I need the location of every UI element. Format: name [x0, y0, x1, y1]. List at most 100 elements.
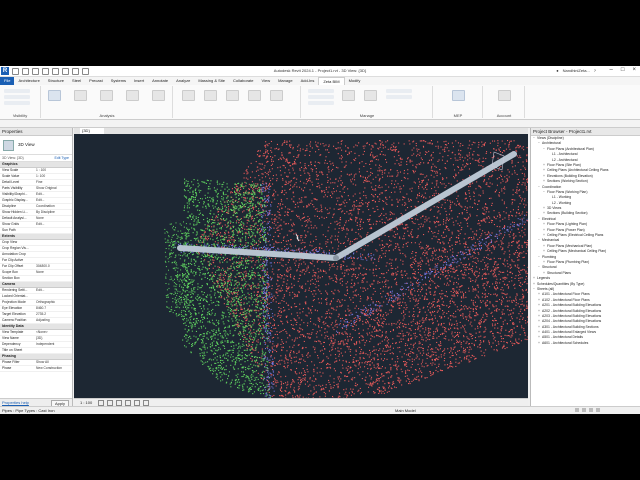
tab-collaborate[interactable]: Collaborate [229, 77, 257, 85]
tab-view[interactable]: View [257, 77, 274, 85]
property-row[interactable]: Phase New Construction [0, 366, 72, 372]
property-value[interactable]: Coordination [36, 204, 72, 209]
properties-help-link[interactable]: Properties help [2, 400, 29, 405]
minimize-icon[interactable]: – [610, 67, 613, 73]
property-value[interactable] [36, 252, 72, 257]
visibility-tool-1[interactable] [4, 89, 30, 93]
type-selector[interactable]: 3D View [0, 136, 72, 155]
ribbon-tool-4[interactable] [248, 90, 261, 101]
tab-annotate[interactable]: Annotate [148, 77, 172, 85]
point-cloud-point [449, 249, 451, 251]
visibility-tool-2[interactable] [4, 95, 30, 99]
property-value[interactable]: Edit... [36, 288, 72, 293]
visibility-tool-3[interactable] [4, 101, 30, 105]
property-value[interactable] [36, 348, 72, 353]
analysis-tool-2[interactable] [74, 90, 87, 101]
property-value[interactable] [36, 258, 72, 263]
property-value[interactable]: 1 : 100 [36, 168, 72, 173]
property-value[interactable]: Edit... [36, 198, 72, 203]
property-value[interactable]: Orthographic [36, 300, 72, 305]
manage-tool-6[interactable] [386, 89, 412, 93]
point-cloud-point [436, 184, 438, 186]
property-value[interactable]: Edit... [36, 222, 72, 227]
help-icon[interactable]: ? [594, 68, 596, 73]
tab-insert[interactable]: Insert [130, 77, 148, 85]
tab-analyze[interactable]: Analyze [172, 77, 194, 85]
ribbon-tool-5[interactable] [270, 90, 283, 101]
property-value[interactable]: Show All [36, 360, 72, 365]
tab-add-ins[interactable]: Add-Ins [297, 77, 319, 85]
property-value[interactable]: Adjusting [36, 318, 72, 323]
point-cloud-point [463, 243, 465, 245]
mep-panel: MEP [434, 86, 483, 118]
point-cloud-point [255, 242, 257, 244]
close-icon[interactable]: × [632, 67, 636, 73]
tab-modify[interactable]: Modify [345, 77, 365, 85]
property-value[interactable] [36, 240, 72, 245]
manage-tool-5[interactable] [364, 90, 377, 101]
tab-massing-site[interactable]: Massing & Site [194, 77, 229, 85]
ribbon-tool-2[interactable] [204, 90, 217, 101]
maximize-icon[interactable]: □ [621, 67, 625, 73]
manage-tool-7[interactable] [386, 95, 412, 99]
edit-type-button[interactable]: Edit Type [54, 155, 69, 161]
point-cloud-point [226, 212, 228, 214]
property-value[interactable] [36, 246, 72, 251]
tab-architecture[interactable]: Architecture [14, 77, 43, 85]
point-cloud-point [482, 166, 484, 168]
property-value[interactable]: 8460.7 [36, 306, 72, 311]
tab-manage[interactable]: Manage [274, 77, 296, 85]
point-cloud-point [365, 307, 367, 309]
point-cloud-point [229, 239, 231, 241]
point-cloud-point [427, 246, 429, 248]
manage-tool-3[interactable] [308, 101, 334, 105]
property-value[interactable]: By Discipline [36, 210, 72, 215]
property-value[interactable]: Independent [36, 342, 72, 347]
point-cloud-point [270, 147, 272, 149]
property-value[interactable]: New Construction [36, 366, 72, 371]
point-cloud-point [467, 207, 469, 209]
point-cloud-point [449, 239, 451, 241]
property-value[interactable]: 1: 100 [36, 174, 72, 179]
ribbon-tool-3[interactable] [226, 90, 239, 101]
point-cloud-point [240, 309, 242, 311]
point-cloud-point [466, 162, 468, 164]
property-value[interactable] [36, 276, 72, 281]
mep-tool[interactable] [452, 90, 465, 101]
property-value[interactable]: None [36, 216, 72, 221]
ribbon-tool-1[interactable] [182, 90, 195, 101]
property-value[interactable] [36, 228, 72, 233]
property-value[interactable]: Edit... [36, 192, 72, 197]
point-cloud-point [432, 268, 434, 270]
property-value[interactable]: Fine [36, 180, 72, 185]
account-tool[interactable] [498, 90, 511, 101]
tab-structure[interactable]: Structure [44, 77, 68, 85]
manage-tool-1[interactable] [308, 89, 334, 93]
analysis-tool-3[interactable] [100, 90, 113, 101]
point-cloud-point [295, 260, 297, 262]
instance-selector[interactable]: 3D View: {3D} Edit Type [0, 155, 72, 162]
analysis-tool-4[interactable] [126, 90, 139, 101]
property-value[interactable]: 304800.0 [36, 264, 72, 269]
point-cloud-point [414, 260, 416, 262]
property-value[interactable]: 2735.2 [36, 312, 72, 317]
tab-systems[interactable]: Systems [107, 77, 130, 85]
point-cloud-point [338, 353, 340, 355]
user-name[interactable]: NandhiniZeta... [563, 68, 590, 73]
point-cloud-point [443, 221, 445, 223]
property-value[interactable]: Show Original [36, 186, 72, 191]
user-icon[interactable]: ● [556, 68, 558, 73]
analysis-tool-5[interactable] [152, 90, 165, 101]
3d-canvas[interactable] [74, 134, 529, 400]
tab-steel[interactable]: Steel [68, 77, 85, 85]
property-value[interactable] [36, 294, 72, 299]
manage-tool-4[interactable] [342, 90, 355, 101]
property-value[interactable]: <None> [36, 330, 72, 335]
tab-file[interactable]: File [0, 77, 15, 85]
tab-precast[interactable]: Precast [85, 77, 107, 85]
property-value[interactable]: None [36, 270, 72, 275]
manage-tool-2[interactable] [308, 95, 334, 99]
property-value[interactable]: {3D} [36, 336, 72, 341]
point-cloud-point [325, 335, 327, 337]
analysis-tool-1[interactable] [48, 90, 61, 101]
